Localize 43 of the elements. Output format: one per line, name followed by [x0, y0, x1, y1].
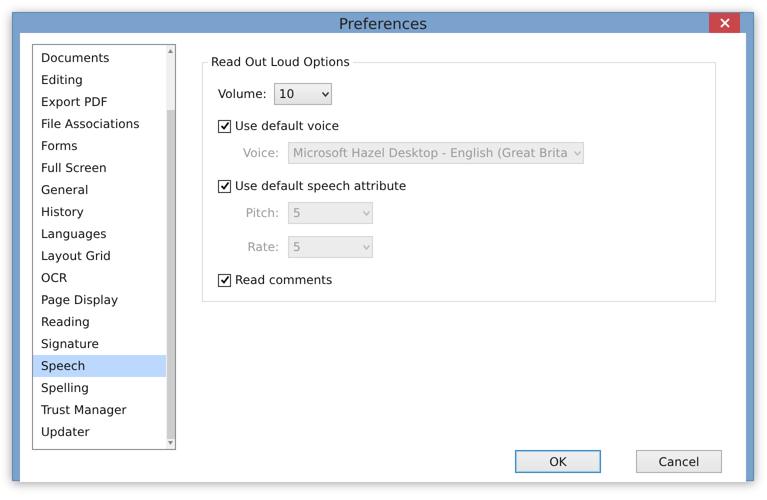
- field-label: Pitch:: [244, 206, 280, 220]
- dialog-button[interactable]: OK: [515, 450, 601, 473]
- category-item[interactable]: General: [33, 179, 166, 201]
- group-title: Read Out Loud Options: [208, 55, 353, 69]
- category-item[interactable]: Languages: [33, 223, 166, 245]
- checkbox-label: Read comments: [235, 273, 332, 287]
- caret-icon: [363, 210, 370, 216]
- category-item[interactable]: Speech: [33, 355, 166, 377]
- scroll-up-icon[interactable]: [168, 49, 173, 53]
- field-label: Rate:: [246, 240, 280, 254]
- scroll-down-icon[interactable]: [168, 441, 173, 445]
- checkbox[interactable]: [218, 120, 231, 132]
- window-title: Preferences: [338, 15, 428, 33]
- category-item[interactable]: OCR: [33, 267, 166, 289]
- category-item[interactable]: Page Display: [33, 289, 166, 311]
- category-item[interactable]: Editing: [33, 69, 166, 91]
- dialog-button[interactable]: Cancel: [636, 450, 722, 473]
- caret-icon: [574, 150, 581, 156]
- category-item[interactable]: Documents: [33, 47, 166, 69]
- caret-icon: [363, 244, 370, 250]
- scrollbar[interactable]: [166, 45, 175, 449]
- category-item[interactable]: Forms: [33, 135, 166, 157]
- checkbox-label: Use default speech attribute: [235, 179, 406, 193]
- category-item[interactable]: Export PDF: [33, 91, 166, 113]
- category-item[interactable]: Full Screen: [33, 157, 166, 179]
- category-item[interactable]: History: [33, 201, 166, 223]
- field-label: Volume:: [218, 87, 268, 101]
- category-item[interactable]: Reading: [33, 311, 166, 333]
- field-label: Voice:: [242, 146, 280, 160]
- category-item[interactable]: Updater: [33, 421, 166, 443]
- category-item[interactable]: Trust Manager: [33, 399, 166, 421]
- close-button[interactable]: [709, 13, 740, 33]
- category-item[interactable]: Layout Grid: [33, 245, 166, 267]
- close-icon: [720, 18, 730, 28]
- checkbox-label: Use default voice: [235, 119, 340, 133]
- category-item[interactable]: Spelling: [33, 377, 166, 399]
- caret-icon: [322, 92, 329, 96]
- category-item[interactable]: File Associations: [33, 113, 166, 135]
- category-item[interactable]: Signature: [33, 333, 166, 355]
- dropdown[interactable]: 10: [274, 83, 332, 105]
- checkbox[interactable]: [218, 180, 231, 192]
- checkbox[interactable]: [218, 274, 231, 286]
- scroll-thumb[interactable]: [166, 110, 174, 439]
